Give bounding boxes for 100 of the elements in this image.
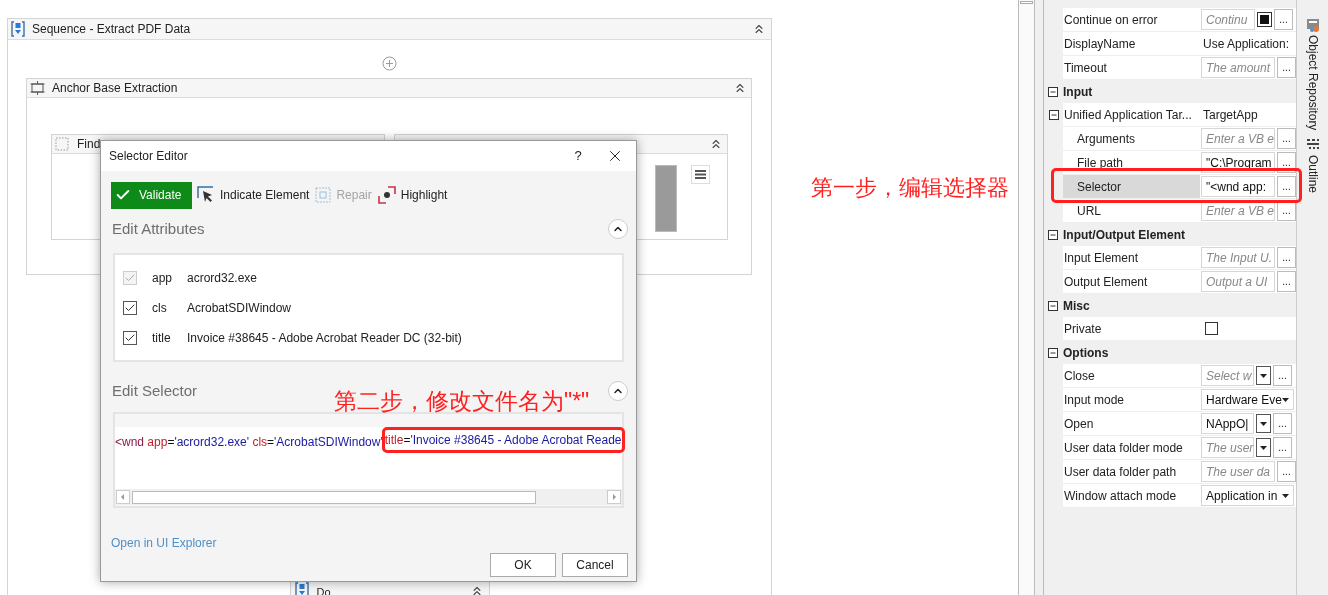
card-title: Sequence - Extract PDF Data — [32, 21, 192, 38]
property-label[interactable]: DisplayName — [1063, 32, 1200, 56]
section-heading: Edit Selector — [112, 380, 198, 401]
property-label[interactable]: Private — [1063, 317, 1200, 341]
property-label[interactable]: Unified Application Tar... — [1063, 103, 1200, 127]
dropdown[interactable]: Application in — [1201, 485, 1294, 506]
toggle-icon[interactable] — [1257, 12, 1272, 27]
input-field[interactable]: Select w — [1201, 365, 1254, 386]
input-field[interactable]: "<wnd app: — [1201, 176, 1275, 197]
attribute-value: Invoice #38645 - Adobe Acrobat Reader DC (32-bit) — [187, 330, 462, 347]
dropdown-button[interactable] — [1256, 414, 1271, 433]
add-icon[interactable] — [382, 56, 397, 71]
square-icon — [315, 187, 332, 203]
toolbar-button[interactable]: Highlight — [377, 186, 448, 204]
browse-button[interactable]: ... — [1277, 176, 1296, 197]
attribute-value: AcrobatSDIWindow — [187, 300, 292, 317]
property-label[interactable]: Continue on error — [1063, 8, 1200, 32]
help-button[interactable]: ? — [568, 146, 588, 166]
dialog-button[interactable]: Cancel — [562, 553, 628, 577]
sequence-icon — [11, 21, 25, 37]
highlight-icon — [377, 186, 396, 204]
browse-button[interactable]: ... — [1273, 413, 1292, 434]
collapse-icon[interactable] — [1048, 110, 1059, 120]
validate-button[interactable]: Validate — [111, 181, 192, 209]
property-label[interactable]: Output Element — [1063, 270, 1200, 294]
dropdown[interactable]: Hardware Eve — [1201, 389, 1294, 410]
property-label[interactable]: Window attach mode — [1063, 484, 1200, 508]
property-label[interactable]: Open — [1063, 412, 1200, 436]
dotted-square-icon — [55, 137, 69, 151]
property-label[interactable]: Input Element — [1063, 246, 1200, 270]
collapse-button[interactable] — [608, 219, 628, 239]
input-field[interactable]: Enter a VB e — [1201, 128, 1275, 149]
input-field[interactable]: The Input U. — [1201, 247, 1275, 268]
vertical-scrollbar[interactable] — [1018, 0, 1035, 595]
browse-button[interactable]: ... — [1274, 9, 1293, 30]
collapse-icon[interactable] — [1048, 300, 1058, 311]
collapse-icon[interactable] — [709, 137, 723, 151]
property-label[interactable]: Timeout — [1063, 56, 1200, 80]
preview-image — [655, 165, 677, 232]
browse-button[interactable]: ... — [1277, 461, 1296, 482]
caret-icon — [1260, 421, 1267, 426]
collapse-icon[interactable] — [1048, 229, 1058, 240]
annotation-text: 第二步，修改文件名为"*" — [334, 387, 590, 416]
collapse-icon[interactable] — [752, 22, 766, 36]
dropdown-button[interactable] — [1256, 366, 1271, 385]
input-field[interactable]: The user — [1201, 437, 1254, 458]
browse-button[interactable]: ... — [1277, 271, 1296, 292]
repository-icon — [1305, 18, 1320, 32]
sequence-icon — [294, 582, 309, 595]
card-title: Find — [77, 136, 101, 153]
property-label[interactable]: Arguments — [1063, 127, 1200, 151]
selector-text-area[interactable]: <wnd app='acrord32.exe' cls='AcrobatSDIWindow' title='Invoice #38645 - Adobe Acrobat Reade — [115, 427, 622, 489]
category-heading: Misc — [1063, 297, 1090, 315]
check-icon — [124, 272, 136, 284]
panel-tab[interactable]: Object Repository — [1303, 35, 1322, 131]
browse-button[interactable]: ... — [1277, 57, 1296, 78]
dropdown-button[interactable] — [1256, 438, 1271, 457]
panel-tab[interactable]: Outline — [1303, 155, 1322, 194]
property-label[interactable]: File path — [1063, 151, 1200, 175]
input-field[interactable]: The amount — [1201, 57, 1275, 78]
checkbox[interactable] — [123, 301, 137, 315]
property-label[interactable]: Input mode — [1063, 388, 1200, 412]
checkbox[interactable] — [1205, 322, 1218, 335]
scrollbar-thumb[interactable] — [132, 490, 536, 504]
input-field[interactable]: Continu — [1201, 9, 1255, 30]
horizontal-scrollbar[interactable] — [115, 489, 622, 505]
property-label[interactable]: URL — [1063, 199, 1200, 223]
selector-code: title='Invoice #38645 - Adobe Acrobat Reade — [384, 432, 622, 449]
browse-button[interactable]: ... — [1277, 247, 1296, 268]
dialog-button[interactable]: OK — [490, 553, 556, 577]
category-heading: Input — [1063, 83, 1093, 101]
property-label[interactable]: User data folder path — [1063, 460, 1200, 484]
property-label[interactable]: Selector — [1063, 175, 1200, 199]
attribute-value: acrord32.exe — [187, 270, 258, 287]
property-label[interactable]: Close — [1063, 364, 1200, 388]
attribute-name: cls — [152, 300, 168, 317]
property-value: TargetApp — [1202, 106, 1258, 124]
checkbox[interactable] — [123, 331, 137, 345]
caret-icon — [1260, 445, 1267, 450]
browse-button[interactable]: ... — [1277, 128, 1296, 149]
collapse-icon[interactable] — [1048, 347, 1058, 358]
attribute-name: app — [152, 270, 174, 287]
browse-button[interactable]: ... — [1273, 365, 1292, 386]
input-field[interactable]: NAppO| — [1201, 413, 1254, 434]
property-value: Use Application: — [1202, 35, 1290, 53]
check-icon — [124, 302, 136, 314]
input-field[interactable]: The user da — [1201, 461, 1275, 482]
category-heading: Input/Output Element — [1063, 226, 1185, 244]
property-label[interactable]: User data folder mode — [1063, 436, 1200, 460]
browse-button[interactable]: ... — [1273, 437, 1292, 458]
collapse-icon[interactable] — [733, 81, 747, 95]
scrollbar-thumb[interactable] — [1020, 1, 1033, 4]
toolbar-button[interactable]: Indicate Element — [197, 186, 310, 204]
collapse-icon[interactable] — [1048, 86, 1058, 97]
menu-icon[interactable] — [691, 165, 710, 184]
attribute-name: title — [152, 330, 172, 347]
input-field[interactable]: Output a UI — [1201, 271, 1275, 292]
dialog-title: Selector Editor — [109, 148, 189, 165]
card-title: Anchor Base Extraction — [52, 80, 179, 97]
collapse-button[interactable] — [608, 381, 628, 401]
